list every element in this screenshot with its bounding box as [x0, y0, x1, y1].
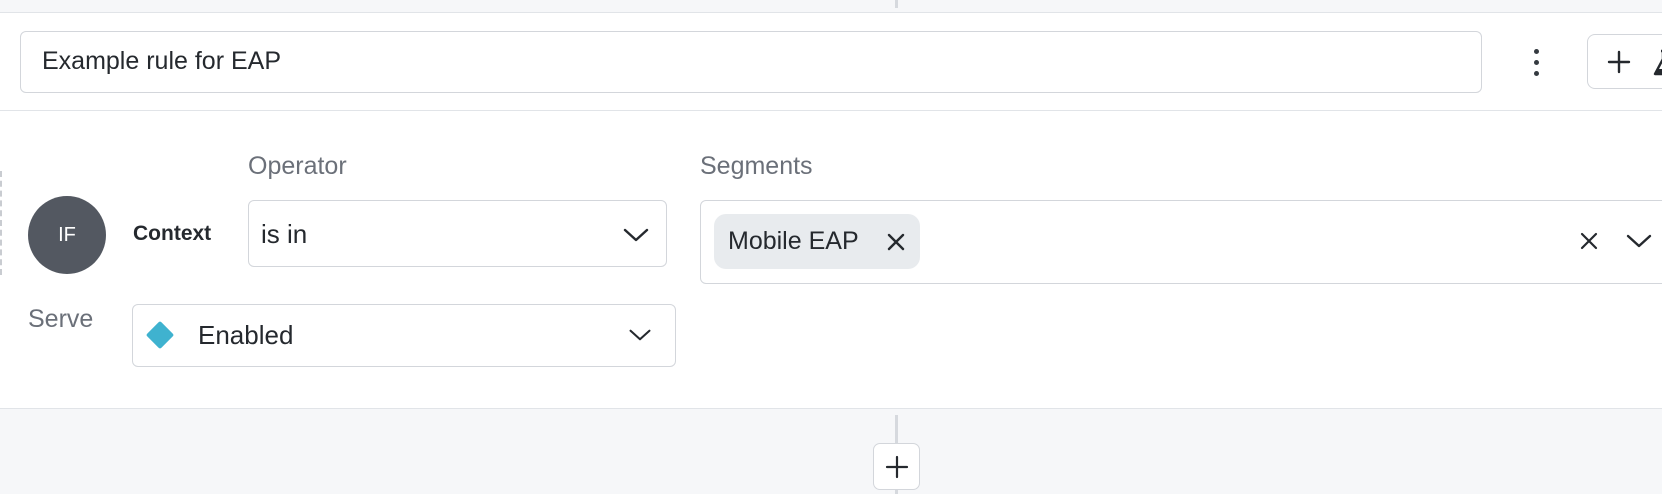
segment-chip: Mobile EAP: [714, 214, 920, 269]
clear-icon[interactable]: [1579, 231, 1599, 251]
segments-label: Segments: [700, 152, 813, 180]
rule-body: IF Context Operator is in Segments Mobil…: [0, 111, 1662, 409]
serve-select[interactable]: Enabled: [132, 304, 676, 367]
drag-handle[interactable]: [0, 171, 2, 275]
serve-label: Serve: [28, 305, 94, 333]
more-options-icon[interactable]: [1524, 43, 1548, 81]
rule-actions-group: [1587, 34, 1662, 89]
rule-name-input[interactable]: Example rule for EAP: [20, 31, 1482, 93]
rule-header: Example rule for EAP: [0, 13, 1662, 111]
variation-diamond-icon: [145, 320, 175, 350]
attribute-label: Context: [133, 222, 212, 245]
rule-footer: [0, 409, 1662, 494]
chevron-down-icon: [629, 329, 651, 341]
chevron-down-icon: [623, 228, 649, 242]
flask-icon[interactable]: [1652, 49, 1662, 77]
operator-value: is in: [261, 219, 308, 249]
serve-value: Enabled: [198, 320, 294, 350]
if-condition-badge: IF: [28, 196, 106, 274]
top-strip: [0, 0, 1662, 13]
plus-icon: [885, 455, 908, 478]
plus-icon[interactable]: [1606, 49, 1632, 75]
rule-connector-line: [895, 0, 898, 8]
operator-select[interactable]: is in: [248, 200, 667, 267]
chevron-down-icon[interactable]: [1625, 232, 1653, 250]
close-icon[interactable]: [886, 232, 906, 252]
rule-editor: Example rule for EAP IF Context Operator…: [0, 0, 1662, 494]
segments-select[interactable]: Mobile EAP: [700, 200, 1662, 284]
operator-label: Operator: [248, 152, 347, 180]
add-rule-button[interactable]: [873, 443, 920, 490]
segment-chip-label: Mobile EAP: [728, 227, 859, 255]
